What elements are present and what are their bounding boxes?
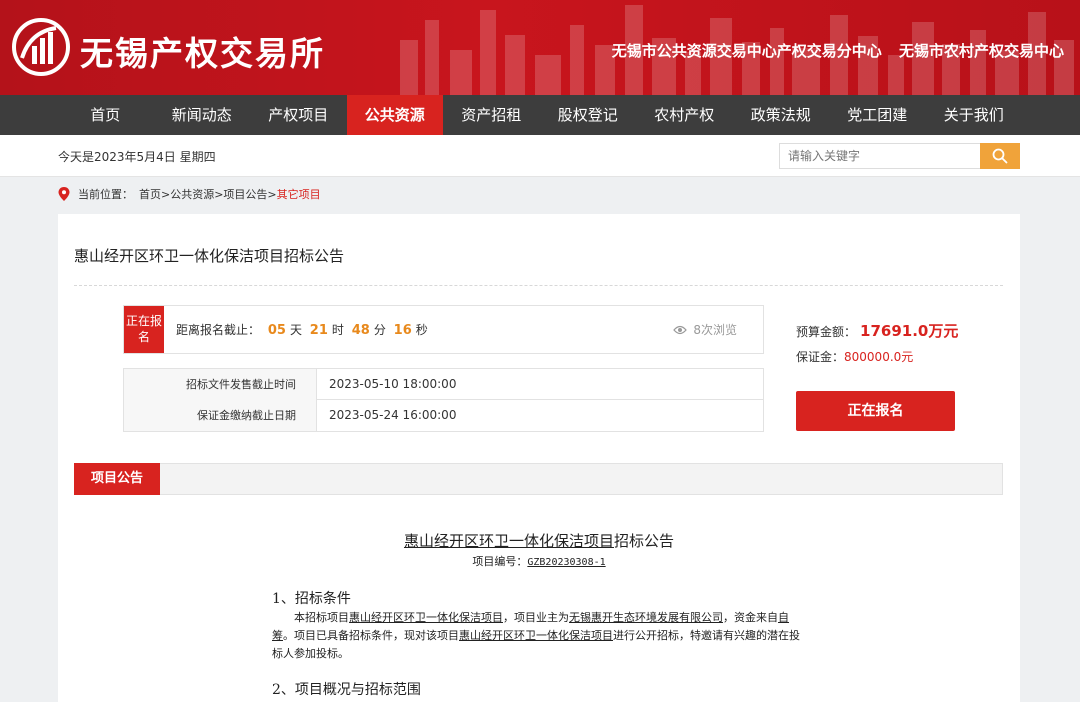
document-title-suffix: 招标公告 <box>614 532 675 550</box>
nav-item-equity-registration[interactable]: 股权登记 <box>540 95 637 135</box>
deposit-info: 保证金：800000.0元 <box>796 348 913 365</box>
divider <box>74 285 1003 286</box>
countdown-label: 距离报名截止： <box>176 323 261 337</box>
site-header: 无锡产权交易所 无锡市公共资源交易中心产权交易分中心 无锡市农村产权交易中心 <box>0 0 1080 95</box>
nav-item-asset-lease[interactable]: 资产招租 <box>443 95 540 135</box>
nav-item-property-projects[interactable]: 产权项目 <box>250 95 347 135</box>
section-heading-conditions: 1、招标条件 <box>272 591 351 607</box>
project-code: 项目编号：GZB20230308-1 <box>58 553 1020 569</box>
countdown-minutes-unit: 分 <box>373 323 386 337</box>
countdown-hours-unit: 时 <box>331 323 344 337</box>
breadcrumb-path[interactable]: 首页>公共资源>项目公告> <box>139 186 277 202</box>
signup-button[interactable]: 正在报名 <box>796 391 955 431</box>
nav-item-news[interactable]: 新闻动态 <box>154 95 251 135</box>
document-title-project: 惠山经开区环卫一体化保洁项目 <box>403 532 614 550</box>
nav-item-public-resources[interactable]: 公共资源 <box>346 95 443 135</box>
countdown-minutes: 48 <box>351 323 370 338</box>
nav-item-party-building[interactable]: 党工团建 <box>829 95 926 135</box>
countdown-hours: 21 <box>309 323 328 338</box>
search-icon <box>992 148 1008 164</box>
today-date: 今天是2023年5月4日 星期四 <box>58 150 216 164</box>
budget-info: 预算金额： 17691.0万元 <box>796 320 958 341</box>
doc-sale-deadline-value: 2023-05-10 18:00:00 <box>329 377 457 391</box>
breadcrumb: 当前位置： 首页>公共资源>项目公告> 其它项目 <box>58 186 321 202</box>
org-link-resource-center[interactable]: 无锡市公共资源交易中心产权交易分中心 <box>612 42 882 60</box>
project-code-label: 项目编号： <box>472 555 528 568</box>
deadline-table: 招标文件发售截止时间 2023-05-10 18:00:00 保证金缴纳截止日期… <box>123 368 764 432</box>
location-pin-icon <box>58 187 70 201</box>
view-count-text: 8次浏览 <box>693 323 737 337</box>
paragraph-text: ，资金来自 <box>723 611 778 624</box>
countdown-days: 05 <box>267 323 286 338</box>
budget-label: 预算金额： <box>796 325 857 339</box>
nav-item-rural-property[interactable]: 农村产权 <box>636 95 733 135</box>
site-logo-text[interactable]: 无锡产权交易所 <box>80 27 325 75</box>
project-card: 惠山经开区环卫一体化保洁项目招标公告 正在报名 距离报名截止： 05 天 21 时 … <box>58 214 1020 702</box>
deposit-deadline-label: 保证金缴纳截止日期 <box>124 400 317 431</box>
nav-item-home[interactable]: 首页 <box>57 95 154 135</box>
countdown-days-unit: 天 <box>289 323 302 337</box>
countdown-seconds: 16 <box>393 323 412 338</box>
search-input[interactable] <box>779 143 980 169</box>
org-link-rural-center[interactable]: 无锡市农村产权交易中心 <box>899 42 1064 60</box>
document-title: 惠山经开区环卫一体化保洁项目招标公告 <box>58 530 1020 551</box>
eye-icon <box>673 325 688 334</box>
tab-project-announcement[interactable]: 项目公告 <box>74 463 160 495</box>
org-links: 无锡市公共资源交易中心产权交易分中心 无锡市农村产权交易中心 <box>600 40 1064 61</box>
deposit-deadline-value: 2023-05-24 16:00:00 <box>329 408 457 422</box>
paragraph-text: 。项目已具备招标条件，现对该项目 <box>283 629 459 642</box>
main-nav: 首页 新闻动态 产权项目 公共资源 资产招租 股权登记 农村产权 政策法规 党工… <box>0 95 1080 135</box>
deposit-label: 保证金： <box>796 350 845 364</box>
info-bar: 今天是2023年5月4日 星期四 <box>0 135 1080 177</box>
breadcrumb-prefix: 当前位置： <box>78 188 133 201</box>
countdown-box: 正在报名 距离报名截止： 05 天 21 时 48 分 16 秒 8次浏览 <box>123 305 764 354</box>
section-tabs: 项目公告 <box>74 463 1003 495</box>
table-row: 保证金缴纳截止日期 2023-05-24 16:00:00 <box>124 400 763 431</box>
nav-item-policies[interactable]: 政策法规 <box>733 95 830 135</box>
countdown-seconds-unit: 秒 <box>415 323 428 337</box>
table-row: 招标文件发售截止时间 2023-05-10 18:00:00 <box>124 369 763 400</box>
paragraph-text: 本招标项目 <box>294 611 349 624</box>
project-title: 惠山经开区环卫一体化保洁项目招标公告 <box>74 247 345 265</box>
paragraph-owner-name: 无锡惠开生态环境发展有限公司 <box>569 611 723 624</box>
paragraph-text: ，项目业主为 <box>503 611 569 624</box>
doc-sale-deadline-label: 招标文件发售截止时间 <box>124 369 317 400</box>
section-heading-overview: 2、项目概况与招标范围 <box>272 682 421 698</box>
countdown-timer: 距离报名截止： 05 天 21 时 48 分 16 秒 <box>176 321 428 338</box>
breadcrumb-current: 其它项目 <box>276 188 321 201</box>
paragraph-conditions: 本招标项目惠山经开区环卫一体化保洁项目，项目业主为无锡惠开生态环境发展有限公司，… <box>272 609 802 663</box>
paragraph-project-name: 惠山经开区环卫一体化保洁项目 <box>349 611 503 624</box>
nav-item-about-us[interactable]: 关于我们 <box>926 95 1023 135</box>
deposit-amount: 800000.0元 <box>844 350 914 364</box>
search-button[interactable] <box>980 143 1020 169</box>
budget-amount: 17691.0万元 <box>860 322 959 340</box>
building-chart-logo-icon[interactable] <box>12 18 70 76</box>
status-badge: 正在报名 <box>124 306 164 353</box>
paragraph-project-name: 惠山经开区环卫一体化保洁项目 <box>459 629 613 642</box>
project-code-value: GZB20230308-1 <box>527 557 606 568</box>
view-count: 8次浏览 <box>673 321 737 338</box>
